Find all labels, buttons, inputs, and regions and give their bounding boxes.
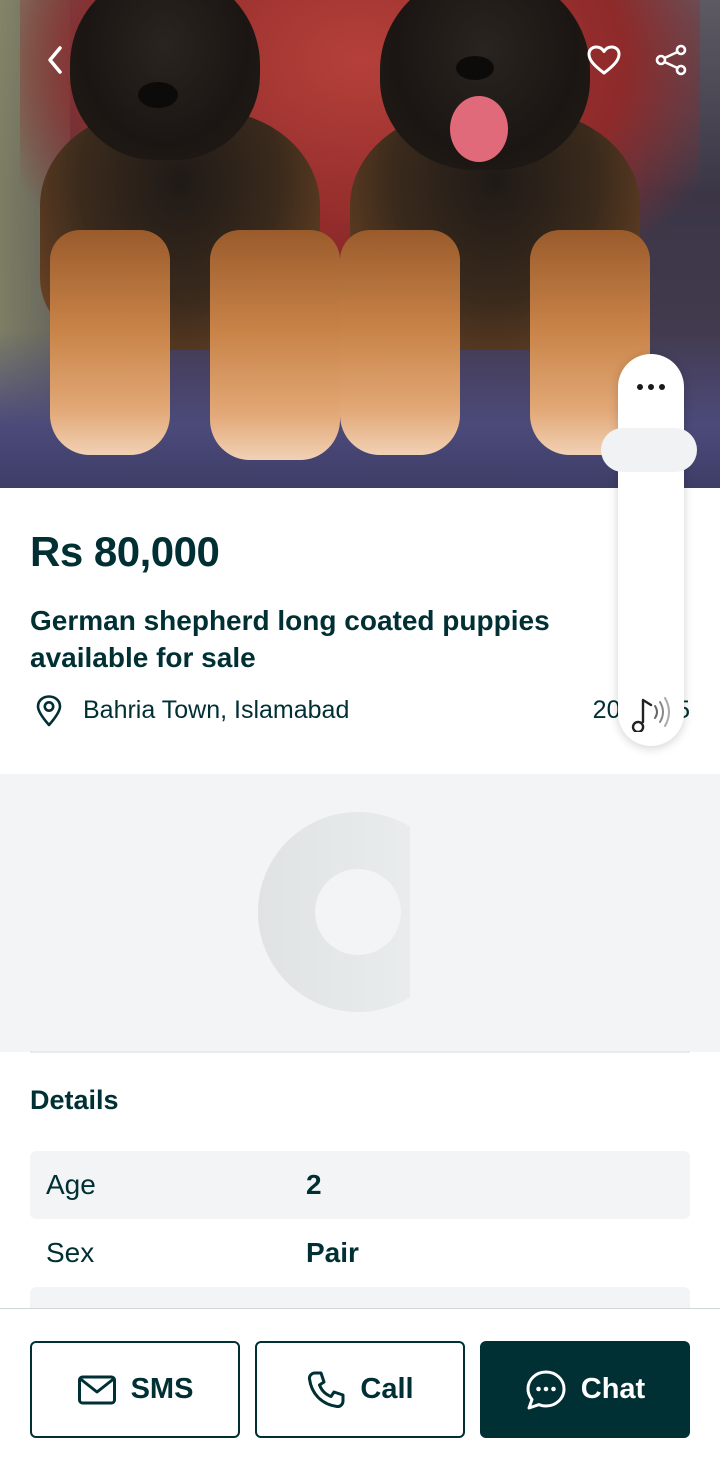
sms-button[interactable]: SMS xyxy=(30,1341,240,1438)
floating-widget-handle[interactable] xyxy=(601,428,697,472)
back-button[interactable] xyxy=(32,36,80,84)
details-heading: Details xyxy=(30,1085,119,1115)
contact-action-bar: SMS Call Chat xyxy=(0,1308,720,1467)
detail-label: Age xyxy=(46,1169,96,1200)
detail-value: 2 xyxy=(306,1169,322,1200)
listing-info: Rs 80,000 German shepherd long coated pu… xyxy=(0,488,720,774)
call-button[interactable]: Call xyxy=(255,1341,465,1438)
envelope-icon xyxy=(77,1375,116,1404)
location-pin-icon xyxy=(36,695,62,727)
detail-value: Pair xyxy=(306,1237,359,1268)
call-button-label: Call xyxy=(360,1373,414,1405)
more-horizontal-icon[interactable] xyxy=(618,370,684,404)
share-icon xyxy=(655,44,687,76)
chat-bubble-icon xyxy=(526,1370,566,1409)
map-placeholder[interactable] xyxy=(0,774,720,1052)
listing-price: Rs 80,000 xyxy=(30,528,220,575)
listing-title: German shepherd long coated puppies avai… xyxy=(30,605,550,673)
sms-button-label: SMS xyxy=(130,1373,194,1405)
detail-label: Sex xyxy=(46,1237,95,1268)
share-button[interactable] xyxy=(647,36,695,84)
phone-icon xyxy=(308,1371,345,1408)
floating-widget[interactable] xyxy=(601,354,697,746)
detail-row-age: Age 2 xyxy=(30,1151,690,1219)
music-sound-icon[interactable] xyxy=(628,692,674,732)
favorite-button[interactable] xyxy=(580,36,628,84)
listing-photo[interactable] xyxy=(0,0,720,488)
chat-button[interactable]: Chat xyxy=(480,1341,690,1438)
listing-location[interactable]: Bahria Town, Islamabad xyxy=(83,696,349,725)
heart-outline-icon xyxy=(587,45,621,75)
chevron-left-icon xyxy=(48,46,62,74)
chat-button-label: Chat xyxy=(580,1373,646,1405)
detail-row-sex: Sex Pair xyxy=(30,1219,690,1287)
divider xyxy=(30,1051,690,1053)
